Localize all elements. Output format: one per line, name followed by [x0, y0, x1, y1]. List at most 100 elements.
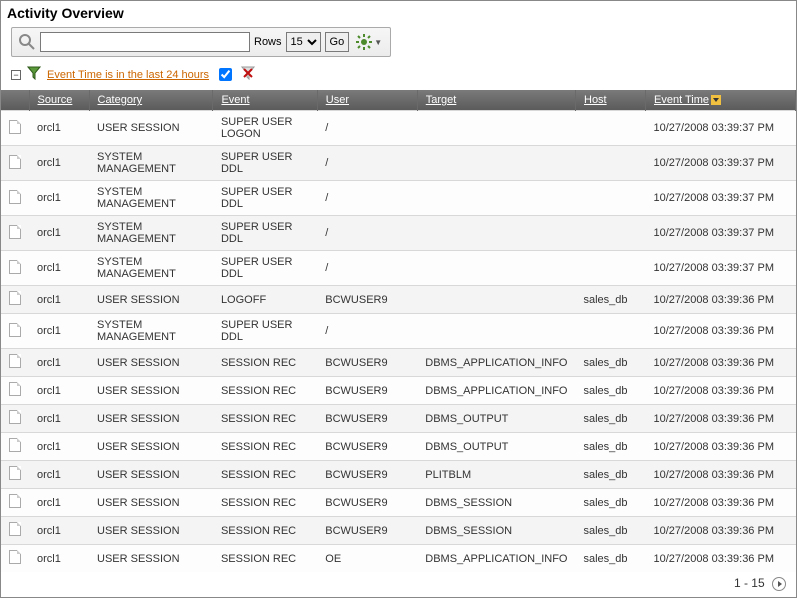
cell-category: SYSTEM MANAGEMENT: [89, 216, 213, 251]
search-icon: [18, 33, 36, 51]
cell-target: [417, 286, 575, 314]
cell-time: 10/27/2008 03:39:37 PM: [646, 111, 796, 146]
cell-event: SUPER USER DDL: [213, 314, 317, 349]
cell-source: orcl1: [29, 377, 89, 405]
funnel-icon: [27, 66, 41, 83]
document-icon: [9, 190, 21, 204]
table-row[interactable]: orcl1SYSTEM MANAGEMENTSUPER USER DDL/10/…: [1, 216, 796, 251]
table-row[interactable]: orcl1SYSTEM MANAGEMENTSUPER USER DDL/10/…: [1, 314, 796, 349]
cell-category: SYSTEM MANAGEMENT: [89, 181, 213, 216]
search-input[interactable]: [40, 32, 250, 52]
table-row[interactable]: orcl1USER SESSIONSUPER USER LOGON/10/27/…: [1, 111, 796, 146]
cell-source: orcl1: [29, 517, 89, 545]
cell-user: BCWUSER9: [317, 405, 417, 433]
cell-target: DBMS_OUTPUT: [417, 433, 575, 461]
pager-next-button[interactable]: [772, 577, 786, 591]
cell-time: 10/27/2008 03:39:36 PM: [646, 405, 796, 433]
cell-host: [576, 146, 646, 181]
cell-time: 10/27/2008 03:39:36 PM: [646, 349, 796, 377]
chevron-down-icon: ▼: [374, 38, 382, 47]
cell-time: 10/27/2008 03:39:36 PM: [646, 545, 796, 573]
cell-user: BCWUSER9: [317, 489, 417, 517]
table-row[interactable]: orcl1SYSTEM MANAGEMENTSUPER USER DDL/10/…: [1, 181, 796, 216]
document-icon: [9, 155, 21, 169]
cell-user: /: [317, 146, 417, 181]
cell-event: SESSION REC: [213, 461, 317, 489]
sort-desc-icon: [711, 95, 721, 105]
table-row[interactable]: orcl1USER SESSIONSESSION RECBCWUSER9PLIT…: [1, 461, 796, 489]
pager: 1 - 15: [1, 572, 796, 597]
header-host[interactable]: Host: [584, 94, 607, 106]
cell-time: 10/27/2008 03:39:36 PM: [646, 489, 796, 517]
cell-user: /: [317, 216, 417, 251]
cell-host: [576, 181, 646, 216]
cell-target: [417, 181, 575, 216]
cell-source: orcl1: [29, 216, 89, 251]
cell-host: sales_db: [576, 433, 646, 461]
filter-bar: − Event Time is in the last 24 hours: [1, 63, 796, 90]
document-icon: [9, 225, 21, 239]
cell-event: SESSION REC: [213, 349, 317, 377]
cell-source: orcl1: [29, 181, 89, 216]
table-row[interactable]: orcl1USER SESSIONLOGOFFBCWUSER9sales_db1…: [1, 286, 796, 314]
cell-time: 10/27/2008 03:39:37 PM: [646, 181, 796, 216]
cell-source: orcl1: [29, 349, 89, 377]
cell-host: sales_db: [576, 377, 646, 405]
cell-category: USER SESSION: [89, 405, 213, 433]
header-target[interactable]: Target: [426, 94, 457, 106]
cell-target: [417, 314, 575, 349]
cell-target: DBMS_OUTPUT: [417, 405, 575, 433]
document-icon: [9, 382, 21, 396]
header-event[interactable]: Event: [221, 94, 249, 106]
delete-filter-icon[interactable]: [241, 66, 255, 83]
cell-user: /: [317, 251, 417, 286]
table-row[interactable]: orcl1USER SESSIONSESSION RECBCWUSER9DBMS…: [1, 405, 796, 433]
cell-category: USER SESSION: [89, 111, 213, 146]
cell-time: 10/27/2008 03:39:36 PM: [646, 461, 796, 489]
cell-category: SYSTEM MANAGEMENT: [89, 251, 213, 286]
filter-link[interactable]: Event Time is in the last 24 hours: [47, 69, 209, 81]
table-row[interactable]: orcl1SYSTEM MANAGEMENTSUPER USER DDL/10/…: [1, 146, 796, 181]
cell-category: USER SESSION: [89, 433, 213, 461]
cell-user: BCWUSER9: [317, 461, 417, 489]
rows-select[interactable]: 15: [286, 32, 321, 52]
cell-source: orcl1: [29, 545, 89, 573]
cell-host: [576, 216, 646, 251]
table-row[interactable]: orcl1USER SESSIONSESSION RECBCWUSER9DBMS…: [1, 433, 796, 461]
table-row[interactable]: orcl1USER SESSIONSESSION RECBCWUSER9DBMS…: [1, 377, 796, 405]
cell-event: SESSION REC: [213, 405, 317, 433]
cell-event: SESSION REC: [213, 377, 317, 405]
cell-target: DBMS_SESSION: [417, 489, 575, 517]
table-row[interactable]: orcl1USER SESSIONSESSION RECBCWUSER9DBMS…: [1, 349, 796, 377]
header-source[interactable]: Source: [38, 94, 73, 106]
cell-event: LOGOFF: [213, 286, 317, 314]
table-row[interactable]: orcl1USER SESSIONSESSION RECBCWUSER9DBMS…: [1, 517, 796, 545]
header-category[interactable]: Category: [98, 94, 143, 106]
cell-category: USER SESSION: [89, 517, 213, 545]
cell-event: SESSION REC: [213, 517, 317, 545]
cell-source: orcl1: [29, 314, 89, 349]
document-icon: [9, 260, 21, 274]
table-header-row: Source Category Event User Target Host E…: [1, 90, 796, 111]
table-row[interactable]: orcl1USER SESSIONSESSION RECBCWUSER9DBMS…: [1, 489, 796, 517]
cell-user: /: [317, 314, 417, 349]
cell-host: sales_db: [576, 405, 646, 433]
header-event-time[interactable]: Event Time: [654, 94, 709, 106]
cell-host: sales_db: [576, 286, 646, 314]
cell-user: BCWUSER9: [317, 286, 417, 314]
document-icon: [9, 410, 21, 424]
filter-enabled-checkbox[interactable]: [219, 68, 232, 81]
actions-menu[interactable]: ▼: [353, 33, 384, 51]
table-row[interactable]: orcl1USER SESSIONSESSION RECOEDBMS_APPLI…: [1, 545, 796, 573]
cell-time: 10/27/2008 03:39:36 PM: [646, 433, 796, 461]
table-row[interactable]: orcl1SYSTEM MANAGEMENTSUPER USER DDL/10/…: [1, 251, 796, 286]
cell-source: orcl1: [29, 251, 89, 286]
cell-event: SUPER USER DDL: [213, 146, 317, 181]
cell-time: 10/27/2008 03:39:37 PM: [646, 251, 796, 286]
collapse-icon[interactable]: −: [11, 70, 21, 80]
go-button[interactable]: Go: [325, 32, 350, 52]
header-user[interactable]: User: [326, 94, 349, 106]
header-icon: [1, 90, 29, 111]
cell-event: SESSION REC: [213, 433, 317, 461]
cell-category: USER SESSION: [89, 286, 213, 314]
